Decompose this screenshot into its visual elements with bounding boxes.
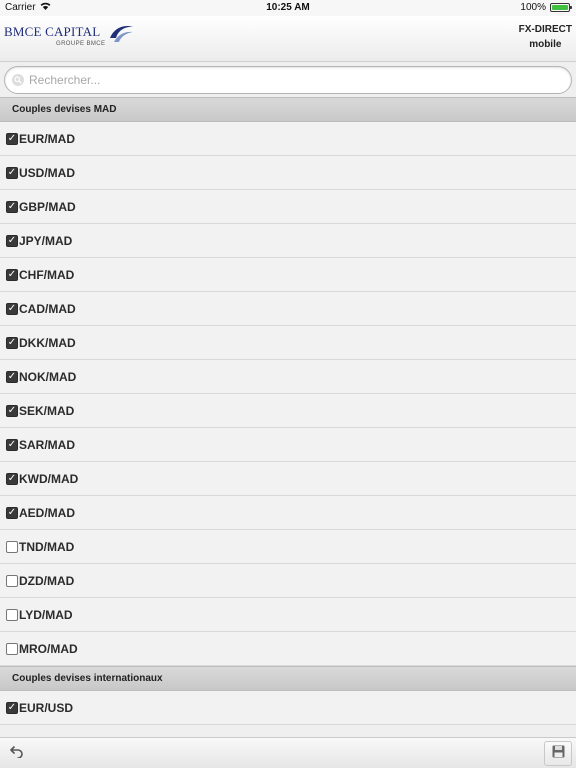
- currency-pair-label: MRO/MAD: [19, 641, 78, 656]
- search-bar: [0, 63, 576, 97]
- currency-pair-label: EUR/USD: [19, 700, 74, 715]
- currency-pair-label: DZD/MAD: [19, 573, 75, 588]
- checkbox-checked[interactable]: [6, 166, 18, 179]
- logo-swoosh-icon: [108, 22, 134, 51]
- currency-pair-label: SAR/MAD: [19, 437, 75, 452]
- search-icon: [12, 74, 24, 86]
- undo-button[interactable]: [8, 745, 26, 763]
- currency-pair-label: CAD/MAD: [19, 301, 76, 316]
- checkbox-checked[interactable]: [6, 200, 18, 213]
- floppy-disk-icon: [552, 745, 565, 763]
- currency-pair-row[interactable]: DKK/MAD: [0, 326, 576, 360]
- currency-pair-row[interactable]: KWD/MAD: [0, 462, 576, 496]
- currency-pair-row[interactable]: DZD/MAD: [0, 564, 576, 598]
- undo-arrow-icon: [10, 745, 24, 763]
- app-header: BMCE CAPITAL GROUPE BMCE FX-DIRECT mobil…: [0, 16, 576, 62]
- currency-pair-list: Couples devises MAD EUR/MAD USD/MAD GBP/MAD…: [0, 97, 576, 725]
- logo-text: BMCE CAPITAL: [4, 24, 101, 39]
- currency-pair-row[interactable]: TND/MAD: [0, 530, 576, 564]
- status-time: 10:25 AM: [266, 2, 310, 13]
- currency-pair-label: GBP/MAD: [19, 199, 76, 214]
- currency-pair-row[interactable]: SEK/MAD: [0, 394, 576, 428]
- battery-icon: [550, 3, 572, 12]
- currency-pair-label: JPY/MAD: [19, 233, 73, 248]
- app-title-line2: mobile: [529, 39, 562, 50]
- checkbox-unchecked[interactable]: [6, 608, 18, 621]
- search-input[interactable]: [29, 73, 549, 87]
- currency-pair-label: NOK/MAD: [19, 369, 77, 384]
- currency-pair-label: KWD/MAD: [19, 471, 79, 486]
- battery-percent: 100%: [520, 2, 546, 13]
- currency-pair-row[interactable]: USD/MAD: [0, 156, 576, 190]
- search-box[interactable]: [4, 66, 572, 94]
- checkbox-checked[interactable]: [6, 268, 18, 281]
- bmce-capital-logo: BMCE CAPITAL GROUPE BMCE: [4, 20, 134, 54]
- currency-pair-label: LYD/MAD: [19, 607, 73, 622]
- currency-pair-label: USD/MAD: [19, 165, 75, 180]
- currency-pair-row[interactable]: SAR/MAD: [0, 428, 576, 462]
- currency-pair-row[interactable]: GBP/MAD: [0, 190, 576, 224]
- currency-pair-row[interactable]: CHF/MAD: [0, 258, 576, 292]
- checkbox-checked[interactable]: [6, 234, 18, 247]
- checkbox-checked[interactable]: [6, 370, 18, 383]
- currency-pair-row[interactable]: EUR/MAD: [0, 122, 576, 156]
- checkbox-checked[interactable]: [6, 336, 18, 349]
- section-header: Couples devises MAD: [0, 97, 576, 122]
- currency-pair-label: TND/MAD: [19, 539, 75, 554]
- section-header: Couples devises internationaux: [0, 666, 576, 691]
- checkbox-checked[interactable]: [6, 506, 18, 519]
- checkbox-checked[interactable]: [6, 404, 18, 417]
- currency-pair-label: AED/MAD: [19, 505, 75, 520]
- status-bar: Carrier 10:25 AM 100%: [0, 0, 576, 16]
- currency-pair-row[interactable]: CAD/MAD: [0, 292, 576, 326]
- currency-pair-row[interactable]: LYD/MAD: [0, 598, 576, 632]
- checkbox-checked[interactable]: [6, 438, 18, 451]
- app-title: FX-DIRECT mobile: [519, 22, 572, 52]
- checkbox-checked[interactable]: [6, 472, 18, 485]
- currency-pair-row[interactable]: EUR/USD: [0, 691, 576, 725]
- currency-pair-row[interactable]: AED/MAD: [0, 496, 576, 530]
- currency-pair-label: DKK/MAD: [19, 335, 76, 350]
- checkbox-unchecked[interactable]: [6, 540, 18, 553]
- logo-subtext: GROUPE BMCE: [56, 41, 106, 47]
- checkbox-unchecked[interactable]: [6, 574, 18, 587]
- save-button[interactable]: [544, 741, 572, 766]
- currency-pair-row[interactable]: JPY/MAD: [0, 224, 576, 258]
- currency-pair-label: SEK/MAD: [19, 403, 75, 418]
- currency-pair-row[interactable]: NOK/MAD: [0, 360, 576, 394]
- checkbox-checked[interactable]: [6, 132, 18, 145]
- checkbox-checked[interactable]: [6, 701, 18, 714]
- currency-pair-label: EUR/MAD: [19, 131, 75, 146]
- status-right: 100%: [520, 2, 572, 13]
- checkbox-checked[interactable]: [6, 302, 18, 315]
- app-title-line1: FX-DIRECT: [518, 24, 572, 35]
- currency-pair-row[interactable]: MRO/MAD: [0, 632, 576, 666]
- currency-pair-label: CHF/MAD: [19, 267, 75, 282]
- checkbox-unchecked[interactable]: [6, 642, 18, 655]
- footer-toolbar: [0, 737, 576, 768]
